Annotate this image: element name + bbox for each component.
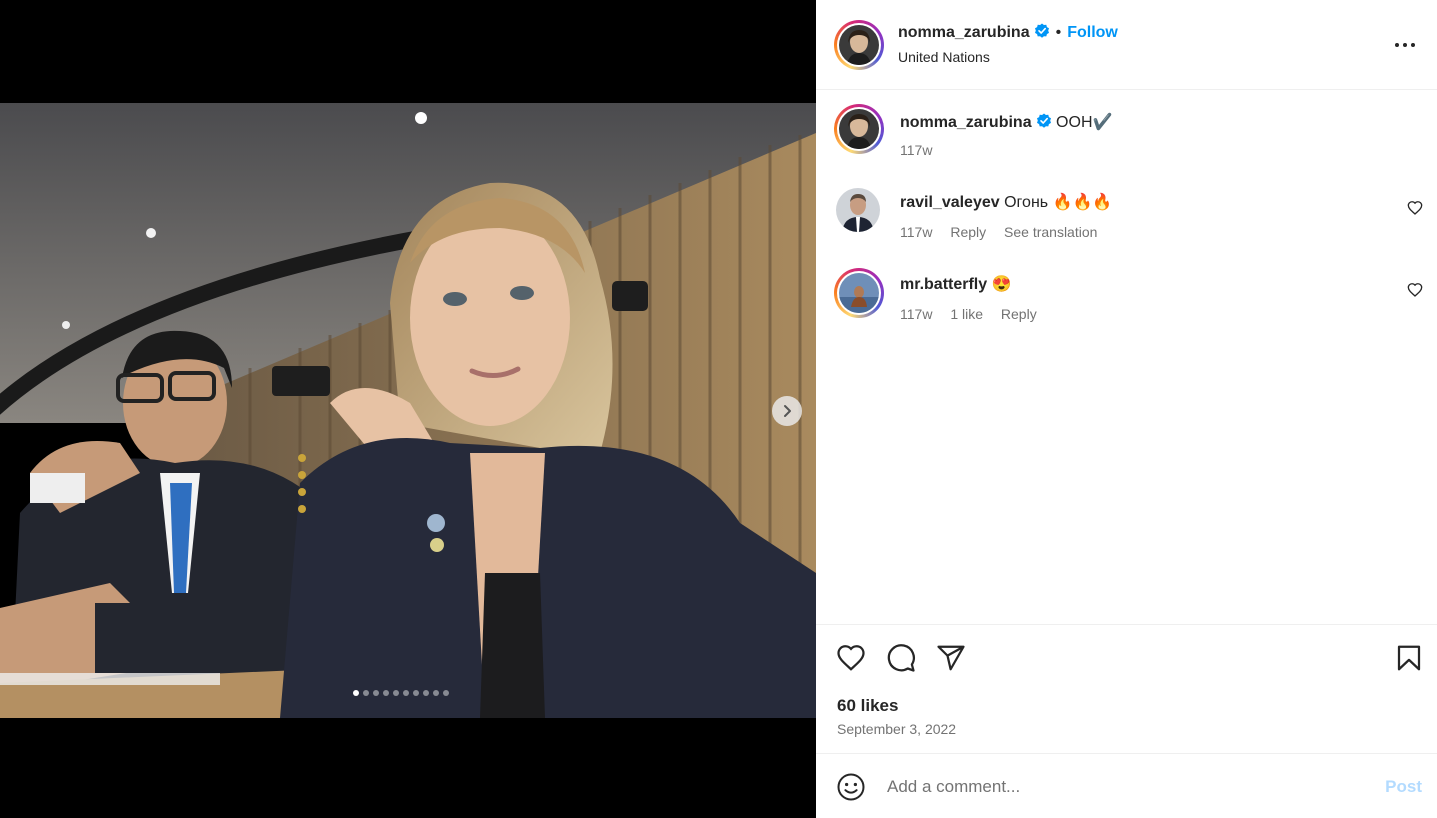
reply-button[interactable]: Reply [1001,306,1037,322]
verified-badge-icon [1036,113,1051,128]
post-side-panel: nomma_zarubina • Follow United Nations n… [816,0,1437,818]
comment-icon[interactable] [886,643,916,673]
comment-time[interactable]: 117w [900,306,932,322]
carousel-indicator [353,690,449,696]
comment-username[interactable]: ravil_valeyev [900,194,1000,211]
bookmark-icon[interactable] [1394,643,1424,673]
commenter-avatar[interactable] [834,268,884,318]
comment-like-icon[interactable] [1407,282,1423,298]
carousel-dot [443,690,449,696]
comment-input[interactable] [887,775,1347,799]
comment-composer: Post [816,755,1437,818]
next-slide-button[interactable] [772,396,802,426]
see-translation-button[interactable]: See translation [1004,224,1097,240]
carousel-dot [363,690,369,696]
verified-badge-icon [1034,23,1049,38]
comment-username[interactable]: mr.batterfly [900,276,987,293]
header-separator: • [1055,24,1062,41]
comment-text: Огонь 🔥🔥🔥 [1004,194,1113,211]
carousel-dot [433,690,439,696]
post-date: September 3, 2022 [837,721,957,737]
comment-meta: 117w 1 like Reply [900,306,1051,322]
author-avatar[interactable] [834,20,884,70]
carousel-dot [353,690,359,696]
post-media [0,0,816,818]
carousel-dot [413,690,419,696]
chevron-right-icon [784,405,791,417]
post-header: nomma_zarubina • Follow United Nations [816,0,1437,90]
emoji-icon[interactable] [836,772,866,802]
caption-text: ООН✔️ [1056,114,1113,131]
follow-button[interactable]: Follow [1067,24,1118,41]
comment-meta: 117w Reply See translation [900,224,1111,240]
comment-item: mr.batterfly 😍 117w 1 like Reply [816,252,1437,334]
post-location[interactable]: United Nations [898,49,990,65]
post-caption: nomma_zarubina ООН✔️ 117w [816,90,1437,170]
carousel-dot [393,690,399,696]
caption-line: nomma_zarubina ООН✔️ [900,112,1112,132]
post-photo[interactable] [0,103,816,718]
comment-time[interactable]: 117w [900,224,932,240]
caption-username[interactable]: nomma_zarubina [900,114,1032,131]
carousel-dot [373,690,379,696]
share-icon[interactable] [936,643,966,673]
comment-line: ravil_valeyev Огонь 🔥🔥🔥 [900,192,1112,212]
header-user-row: nomma_zarubina • Follow [898,23,1118,42]
comment-text: 😍 [991,276,1012,293]
carousel-dot [383,690,389,696]
comment-like-icon[interactable] [1407,200,1423,216]
likes-count[interactable]: 60 likes [837,696,898,716]
more-options-button[interactable] [1393,36,1417,54]
comment-likes[interactable]: 1 like [950,306,983,322]
post-actions: 60 likes September 3, 2022 [816,624,1437,754]
post-comment-button[interactable]: Post [1385,777,1422,797]
reply-button[interactable]: Reply [950,224,986,240]
carousel-dot [423,690,429,696]
commenter-avatar[interactable] [836,188,880,232]
carousel-dot [403,690,409,696]
like-icon[interactable] [836,643,866,673]
author-username[interactable]: nomma_zarubina [898,24,1030,41]
more-options-icon [1395,43,1415,47]
comment-item: ravil_valeyev Огонь 🔥🔥🔥 117w Reply See t… [816,170,1437,252]
caption-meta: 117w [900,142,946,158]
comment-line: mr.batterfly 😍 [900,274,1012,294]
caption-time[interactable]: 117w [900,142,932,158]
caption-avatar[interactable] [834,104,884,154]
